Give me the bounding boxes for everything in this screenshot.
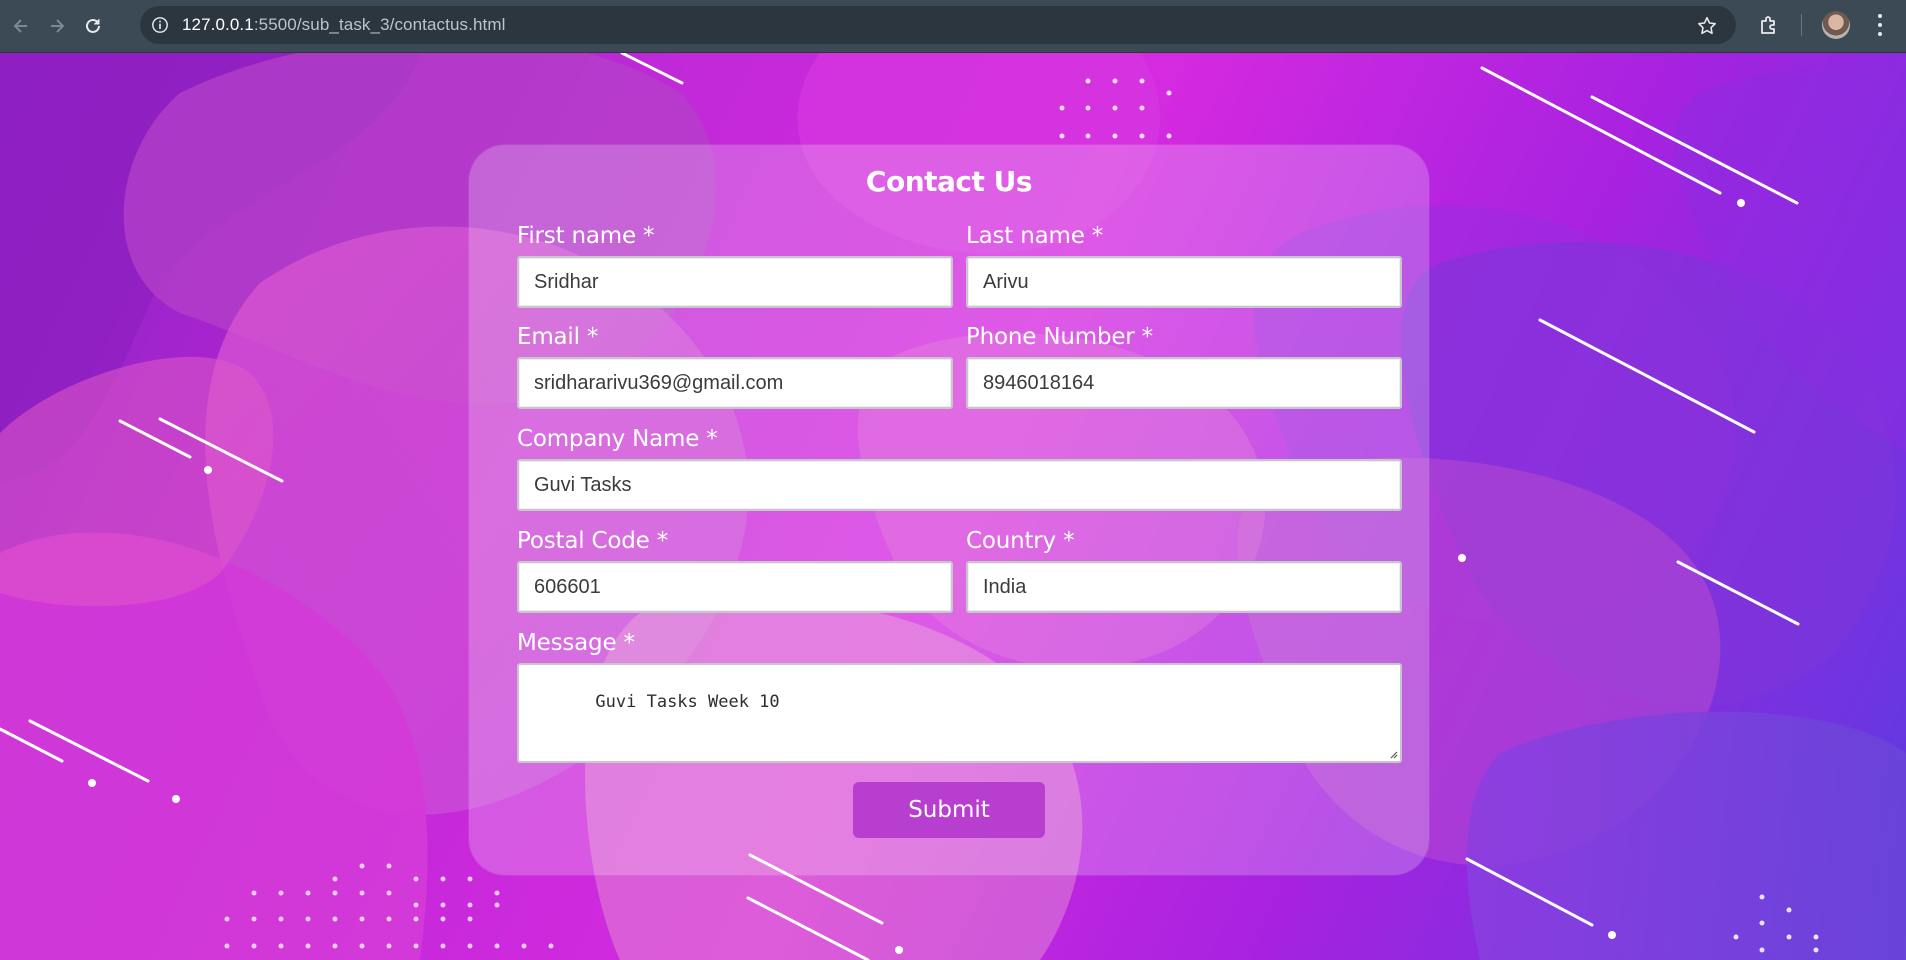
form-title: Contact Us	[865, 165, 1033, 198]
last-name-field[interactable]: Arivu	[966, 256, 1402, 308]
toolbar-divider	[1801, 14, 1802, 36]
postal-code-label: Postal Code *	[517, 528, 669, 554]
bookmark-star-icon[interactable]	[1696, 15, 1718, 37]
contact-form-card: Contact Us First name * Sridhar Last nam…	[469, 145, 1429, 875]
first-name-field[interactable]: Sridhar	[517, 256, 953, 308]
resize-grip-icon[interactable]	[1389, 750, 1398, 759]
email-field[interactable]: sridhararivu369@gmail.com	[517, 357, 953, 409]
first-name-label: First name *	[517, 223, 655, 249]
message-label: Message *	[517, 630, 635, 656]
forward-icon[interactable]	[42, 11, 72, 41]
url-text: 127.0.0.1:5500/sub_task_3/contactus.html	[182, 15, 505, 35]
menu-icon[interactable]	[1872, 12, 1888, 38]
company-label: Company Name *	[517, 426, 718, 452]
reload-icon[interactable]	[78, 11, 108, 41]
phone-label: Phone Number *	[966, 324, 1153, 350]
company-field[interactable]: Guvi Tasks	[517, 459, 1402, 511]
phone-field[interactable]: 8946018164	[966, 357, 1402, 409]
message-text: Guvi Tasks Week 10	[595, 692, 780, 712]
postal-code-field[interactable]: 606601	[517, 561, 953, 613]
site-info-icon[interactable]	[148, 13, 172, 37]
submit-button[interactable]: Submit	[853, 782, 1045, 838]
extensions-icon[interactable]	[1755, 11, 1783, 39]
last-name-label: Last name *	[966, 223, 1104, 249]
email-label: Email *	[517, 324, 599, 350]
page-background: Contact Us First name * Sridhar Last nam…	[0, 53, 1906, 960]
message-textarea[interactable]: Guvi Tasks Week 10	[517, 663, 1402, 763]
back-icon[interactable]	[6, 11, 36, 41]
profile-avatar[interactable]	[1822, 11, 1850, 39]
url-path: :5500/sub_task_3/contactus.html	[253, 15, 506, 34]
country-field[interactable]: India	[966, 561, 1402, 613]
url-host: 127.0.0.1	[182, 15, 254, 34]
country-label: Country *	[966, 528, 1075, 554]
address-bar[interactable]: 127.0.0.1:5500/sub_task_3/contactus.html	[140, 6, 1736, 44]
browser-toolbar: 127.0.0.1:5500/sub_task_3/contactus.html	[0, 0, 1906, 53]
